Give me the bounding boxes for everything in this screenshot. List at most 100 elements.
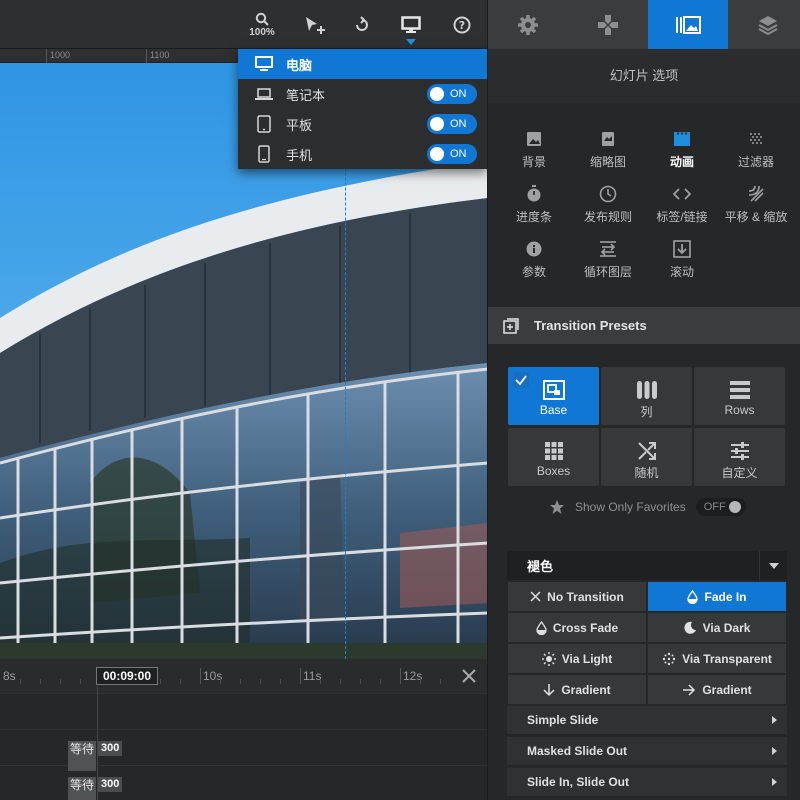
panel-title: 幻灯片 选项 [488,49,800,103]
preset-random[interactable]: 随机 [601,428,692,486]
shuffle-icon [637,438,657,464]
preset-base[interactable]: Base [508,367,599,425]
option-filter[interactable]: 过滤器 [719,124,793,174]
option-label: 参数 [521,265,546,279]
option-progress[interactable]: 进度条 [497,179,571,229]
option-pan-zoom[interactable]: 平移 & 缩放 [719,179,793,229]
sliders-icon [730,438,750,464]
gear-icon [518,14,538,35]
option-label: 缩略图 [589,155,626,169]
timeline-tick [260,679,261,684]
preset-label: Boxes [536,464,571,478]
mobile-toggle[interactable]: ON [427,144,477,164]
transition-fade-in[interactable]: Fade In [648,582,786,611]
current-time-display[interactable]: 00:09:00 [96,667,158,685]
transition-label: Cross Fade [552,620,619,635]
laptop-toggle[interactable]: ON [427,84,477,104]
timeline-ruler[interactable]: 8s 10s 11s 12s [0,659,488,694]
option-scroll[interactable]: 滚动 [645,234,719,284]
arrow-down-icon [543,683,555,697]
transition-via-light[interactable]: Via Light [508,644,646,673]
transition-label: Gradient [561,682,611,697]
close-icon [530,591,541,602]
option-label: 循环图层 [583,265,632,279]
tab-settings[interactable] [488,0,568,49]
moon-icon [684,621,697,634]
timeline-tick [400,668,401,684]
gamepad-icon [598,14,618,35]
option-parameters[interactable]: 参数 [497,234,571,284]
ruler-tick: 1000 [46,49,70,63]
timeline-tick [420,679,421,684]
preset-boxes[interactable]: Boxes [508,428,599,486]
transition-no-transition[interactable]: No Transition [508,582,646,611]
toggle-state: ON [450,118,467,130]
preset-columns[interactable]: 列 [601,367,692,425]
transition-via-transparent[interactable]: Via Transparent [648,644,786,673]
toggle-knob [430,147,444,161]
option-thumbnail[interactable]: 缩略图 [571,124,645,174]
transition-label: Via Light [561,651,613,666]
timeline-tick [320,679,321,684]
option-animation[interactable]: 动画 [645,124,719,174]
option-label: 标签/链接 [656,210,708,224]
toggle-state: ON [450,148,467,160]
preset-custom[interactable]: 自定义 [694,428,785,486]
group-masked-slide-out[interactable]: Masked Slide Out [507,737,787,766]
option-publish-rules[interactable]: 发布规则 [571,179,645,229]
filter-icon [748,128,764,150]
cursor-add-icon [306,16,325,34]
help-button[interactable]: ? [442,0,482,49]
preset-rows[interactable]: Rows [694,367,785,425]
tab-layers[interactable] [728,0,800,49]
device-item-laptop[interactable]: 笔记本 ON [238,79,487,109]
group-slide-in-slide-out[interactable]: Slide In, Slide Out [507,768,787,797]
tab-slides[interactable] [648,0,728,49]
wait-label[interactable]: 等待 [68,777,96,800]
option-background[interactable]: 背景 [497,124,571,174]
arrow-right-icon [682,683,696,696]
option-tags-links[interactable]: 标签/链接 [645,179,719,229]
timeline-tick [360,679,361,684]
duration-badge[interactable]: 300 [98,741,123,756]
device-item-mobile[interactable]: 手机 ON [238,139,487,169]
mobile-icon [252,145,276,163]
star-icon[interactable] [549,499,565,515]
sparkle-icon [662,652,676,666]
timeline-row [0,694,488,730]
close-icon[interactable] [461,668,477,684]
toggle-knob [430,117,444,131]
option-label: 过滤器 [737,155,774,169]
layers-icon [758,15,778,35]
transition-presets-header[interactable]: Transition Presets [488,307,800,344]
timeline-label: 11s [303,669,322,683]
chevron-right-icon [772,778,777,786]
undo-icon [356,15,368,31]
favorites-toggle[interactable]: OFF [695,498,746,516]
timeline-tick [60,679,61,684]
transition-cross-fade[interactable]: Cross Fade [508,613,646,642]
undo-button[interactable] [342,0,382,49]
device-item-label: 手机 [286,147,313,163]
device-item-tablet[interactable]: 平板 ON [238,109,487,139]
preset-label: Base [539,403,568,417]
device-dropdown-menu: 电脑 笔记本 ON 平板 ON 手机 ON [238,49,487,169]
option-loop-layers[interactable]: 循环图层 [571,234,645,284]
timeline-tick [240,679,241,684]
group-simple-slide[interactable]: Simple Slide [507,706,787,735]
device-item-desktop[interactable]: 电脑 [238,49,487,79]
duration-badge[interactable]: 300 [98,777,123,792]
zoom-button[interactable]: 100% [242,0,282,49]
search-icon [255,12,269,26]
transition-gradient-down[interactable]: Gradient [508,675,646,704]
transition-gradient-right[interactable]: Gradient [648,675,786,704]
transition-category-select[interactable]: 褪色 [507,551,787,580]
tablet-toggle[interactable]: ON [427,114,477,134]
add-element-button[interactable] [295,0,335,49]
device-view-button[interactable] [391,0,431,49]
preset-label: 列 [640,405,653,419]
transition-label: Via Transparent [682,651,772,666]
wait-label[interactable]: 等待 [68,741,96,771]
transition-via-dark[interactable]: Via Dark [648,613,786,642]
tab-controls[interactable] [568,0,648,49]
